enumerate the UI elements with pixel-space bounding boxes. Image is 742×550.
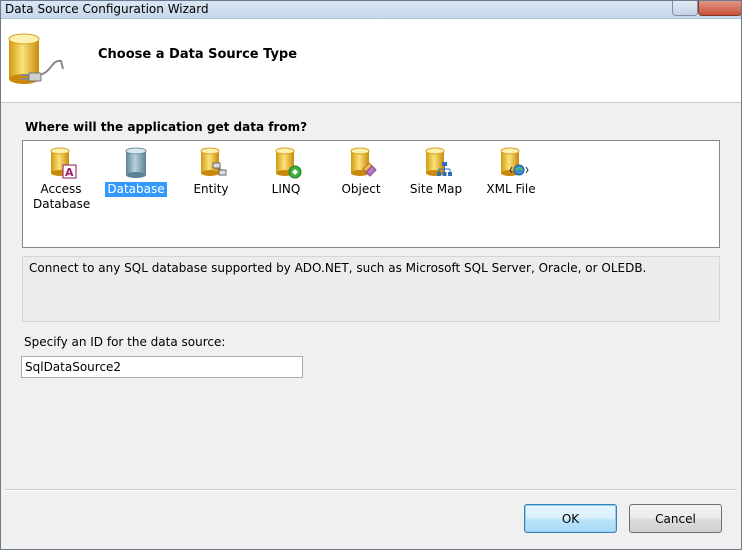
- help-button[interactable]: [672, 1, 698, 16]
- data-source-item-access-database[interactable]: A Access Database: [28, 145, 94, 212]
- xml-file-icon: [500, 147, 529, 176]
- id-field-label: Specify an ID for the data source:: [24, 335, 226, 349]
- footer-divider: [5, 489, 737, 491]
- data-source-plug-icon: [8, 33, 64, 84]
- wizard-window: Data Source Configuration Wizard Choose …: [0, 0, 742, 550]
- data-source-id-input[interactable]: [21, 356, 303, 378]
- data-source-item-entity[interactable]: Entity: [178, 145, 244, 197]
- data-source-label: Access Database: [33, 182, 91, 211]
- data-source-label: Object: [341, 182, 381, 196]
- data-source-label: LINQ: [271, 182, 301, 196]
- svg-text:A: A: [65, 166, 74, 179]
- data-source-item-linq[interactable]: LINQ: [253, 145, 319, 197]
- close-button[interactable]: [698, 1, 741, 16]
- ok-button[interactable]: OK: [524, 504, 617, 533]
- data-source-label: Database: [105, 182, 167, 197]
- data-source-item-site-map[interactable]: Site Map: [403, 145, 469, 197]
- title-bar: Data Source Configuration Wizard: [1, 1, 741, 19]
- data-source-label: Site Map: [409, 182, 463, 196]
- database-icon: [125, 147, 147, 178]
- linq-icon: [275, 147, 302, 179]
- wizard-header: Choose a Data Source Type: [1, 19, 741, 103]
- data-source-label: Entity: [193, 182, 229, 196]
- object-icon: [350, 147, 377, 177]
- data-source-item-object[interactable]: Object: [328, 145, 394, 197]
- data-source-prompt: Where will the application get data from…: [25, 120, 308, 134]
- data-source-item-database[interactable]: Database: [103, 145, 169, 197]
- data-source-description: Connect to any SQL database supported by…: [29, 261, 647, 275]
- data-source-description-panel: Connect to any SQL database supported by…: [22, 256, 720, 322]
- page-title: Choose a Data Source Type: [98, 47, 298, 62]
- cancel-button[interactable]: Cancel: [629, 504, 722, 533]
- window-title: Data Source Configuration Wizard: [5, 2, 209, 16]
- access-database-icon: A: [50, 147, 77, 179]
- data-source-type-list: A Access Database Database Entity LINQ O…: [22, 140, 720, 248]
- site-map-icon: [425, 147, 452, 176]
- data-source-label: XML File: [486, 182, 536, 196]
- data-source-item-xml-file[interactable]: XML File: [478, 145, 544, 197]
- entity-icon: [200, 147, 227, 176]
